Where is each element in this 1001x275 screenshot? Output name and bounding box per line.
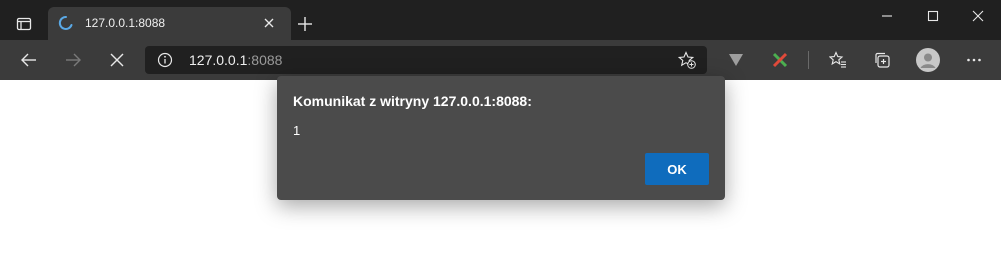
active-tab[interactable]: 127.0.0.1:8088 [48, 7, 291, 40]
dialog-message: 1 [293, 123, 301, 138]
alert-dialog: Komunikat z witryny 127.0.0.1:8088: 1 OK [277, 76, 725, 200]
dialog-title: Komunikat z witryny 127.0.0.1:8088: [293, 93, 532, 109]
address-bar[interactable]: 127.0.0.1:8088 [145, 46, 707, 74]
maximize-icon[interactable] [910, 0, 956, 32]
add-favorite-icon[interactable] [677, 51, 696, 69]
close-icon[interactable] [261, 15, 277, 31]
ok-button[interactable]: OK [645, 153, 709, 185]
minimize-icon[interactable] [864, 0, 910, 32]
address-url[interactable]: 127.0.0.1:8088 [189, 52, 282, 68]
url-host: 127.0.0.1 [189, 52, 248, 68]
extension-x-icon[interactable] [764, 44, 796, 76]
tab-actions-icon[interactable] [11, 11, 37, 37]
stop-icon[interactable] [101, 44, 133, 76]
url-port: :8088 [247, 52, 283, 68]
more-icon[interactable] [958, 44, 990, 76]
close-window-icon[interactable] [955, 0, 1001, 32]
toolbar-separator [808, 51, 809, 69]
tab-title: 127.0.0.1:8088 [85, 16, 166, 30]
forward-arrow-icon[interactable] [57, 44, 89, 76]
profile-avatar-icon[interactable] [912, 44, 944, 76]
favorites-icon[interactable] [822, 44, 854, 76]
back-arrow-icon[interactable] [13, 44, 45, 76]
plus-icon[interactable] [294, 13, 316, 35]
info-icon[interactable] [157, 52, 173, 68]
title-bar: 127.0.0.1:8088 [0, 0, 1001, 40]
collections-icon[interactable] [866, 44, 898, 76]
loading-spinner-icon [58, 15, 74, 31]
extension-v-icon[interactable] [720, 44, 752, 76]
